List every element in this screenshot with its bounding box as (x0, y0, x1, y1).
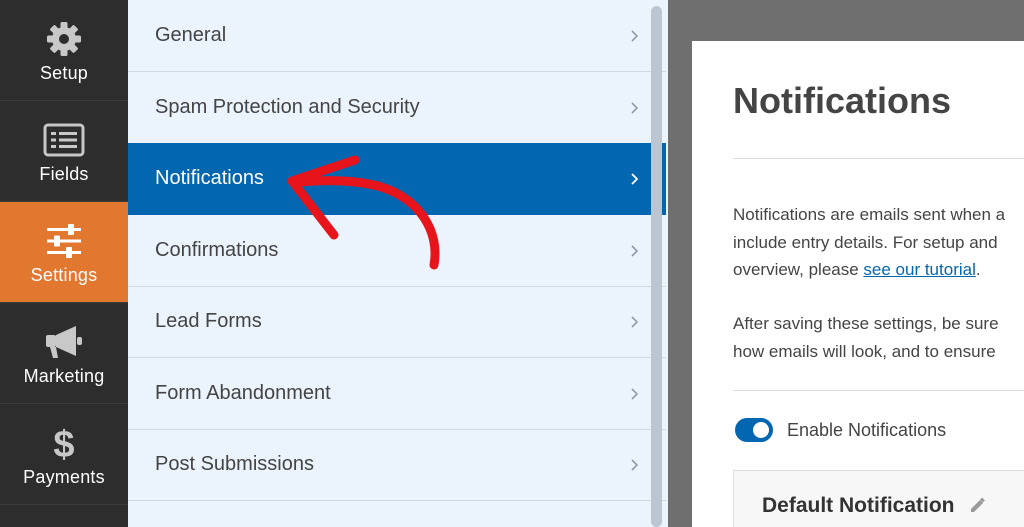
enable-notifications-label: Enable Notifications (787, 420, 947, 440)
sidebar-item-label: Settings (30, 264, 98, 285)
settings-item-label: Post Submissions (155, 453, 314, 475)
intro-line-text: overview, please (733, 260, 864, 279)
intro-line: include entry details. For setup and (733, 232, 998, 252)
note-text: After saving these settings, be sure how… (733, 310, 1024, 365)
settings-item-post-submissions[interactable]: Post Submissions (128, 429, 666, 501)
sidebar-item-marketing[interactable]: Marketing (0, 303, 128, 404)
sliders-icon (42, 219, 86, 263)
settings-panel: General Spam Protection and Security Not… (128, 0, 668, 527)
notification-title: Default Notification (762, 494, 955, 517)
sidebar-item-fields[interactable]: Fields (0, 101, 128, 202)
chevron-right-icon (631, 101, 639, 114)
settings-item-label: Lead Forms (155, 310, 262, 332)
sidebar-item-label: Setup (39, 62, 89, 83)
note-line: After saving these settings, be sure (733, 314, 999, 333)
page-title: Notifications (733, 80, 952, 121)
settings-item-lead-forms[interactable]: Lead Forms (128, 286, 666, 358)
chevron-right-icon (631, 387, 639, 400)
intro-line: Notifications are emails sent when a (733, 205, 1006, 224)
toggle-knob (753, 422, 769, 438)
note-line: how emails will look, and to ensure (733, 341, 996, 361)
intro-line-text: . (975, 260, 981, 279)
main-sidebar: Setup Fields Settings Marketing $ Paymen… (0, 0, 128, 527)
chevron-right-icon (631, 29, 639, 42)
settings-item-spam-protection[interactable]: Spam Protection and Security (128, 72, 666, 144)
settings-item-general[interactable]: General (128, 0, 666, 72)
settings-item-notifications[interactable]: Notifications (128, 143, 666, 215)
sidebar-item-label: Fields (39, 163, 89, 184)
chevron-right-icon (631, 458, 639, 471)
sidebar-item-label: Marketing (23, 365, 105, 386)
fields-list-icon (42, 118, 86, 162)
panel-scrollbar[interactable] (651, 6, 662, 527)
chevron-right-icon (631, 244, 639, 257)
dollar-icon: $ (42, 421, 86, 465)
divider (733, 158, 1024, 159)
sidebar-item-payments[interactable]: $ Payments (0, 404, 128, 505)
settings-item-label: Spam Protection and Security (155, 96, 420, 118)
settings-item-form-abandonment[interactable]: Form Abandonment (128, 358, 666, 430)
svg-text:$: $ (53, 424, 74, 464)
pencil-icon[interactable] (967, 496, 987, 516)
sidebar-item-label: Payments (23, 466, 105, 487)
divider (733, 390, 1024, 391)
sidebar-item-setup[interactable]: Setup (0, 0, 128, 101)
megaphone-icon (42, 320, 86, 364)
intro-text: Notifications are emails sent when a inc… (733, 201, 1024, 284)
intro-line: overview, please see our tutorial. (733, 256, 1024, 284)
settings-item-label: Confirmations (155, 239, 279, 261)
chevron-right-icon (631, 315, 639, 328)
gear-icon (42, 17, 86, 61)
settings-item-label: General (155, 24, 227, 46)
tutorial-link[interactable]: see our tutorial (863, 260, 975, 279)
settings-item-confirmations[interactable]: Confirmations (128, 215, 666, 287)
settings-item-label: Notifications (155, 167, 264, 189)
chevron-right-icon (631, 172, 639, 185)
sidebar-item-settings[interactable]: Settings (0, 202, 128, 303)
settings-item-label: Form Abandonment (155, 382, 331, 404)
enable-notifications-toggle[interactable] (735, 418, 773, 442)
